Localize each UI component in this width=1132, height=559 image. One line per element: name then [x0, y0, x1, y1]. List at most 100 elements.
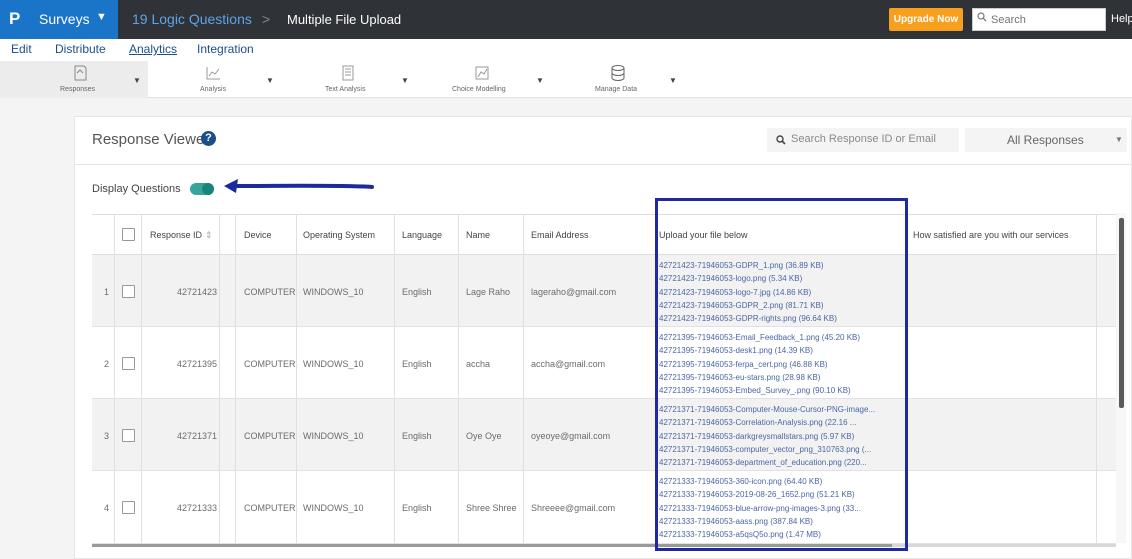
toolbar-responses-label: Responses	[60, 86, 96, 93]
toolbar-choice-modelling[interactable]: Choice Modelling	[452, 61, 512, 98]
breadcrumb-page: Multiple File Upload	[287, 12, 402, 27]
toolbar-analysis-label: Analysis	[200, 86, 227, 93]
page-title: Response Viewer	[92, 131, 210, 148]
column-divider	[458, 214, 459, 544]
device: COMPUTER	[244, 503, 296, 513]
row-checkbox[interactable]	[122, 357, 135, 370]
caret-down-icon[interactable]: ▼	[401, 76, 409, 85]
toolbar-manage-data[interactable]: Manage Data	[589, 61, 649, 98]
column-divider	[296, 214, 297, 544]
responses-filter-select[interactable]: All Responses ▼	[965, 128, 1127, 152]
column-name[interactable]: Name	[466, 230, 490, 240]
device: COMPUTER	[244, 359, 296, 369]
main-nav: Edit Distribute Analytics Integration	[0, 39, 1132, 61]
divider	[75, 164, 1131, 165]
caret-down-icon[interactable]: ▼	[669, 76, 677, 85]
email-address: oyeoye@gmail.com	[531, 431, 611, 441]
row-number: 1	[104, 287, 110, 297]
operating-system: WINDOWS_10	[303, 287, 364, 297]
email-address: Shreeee@gmail.com	[531, 503, 616, 513]
operating-system: WINDOWS_10	[303, 431, 364, 441]
nav-integration[interactable]: Integration	[197, 42, 254, 56]
operating-system: WINDOWS_10	[303, 359, 364, 369]
choice-modelling-icon	[475, 66, 489, 80]
table-row[interactable]: 1 42721423 COMPUTER WINDOWS_10 English L…	[92, 255, 1116, 327]
column-divider	[235, 214, 236, 544]
display-questions-toggle[interactable]	[190, 183, 214, 195]
respondent-name: accha	[466, 359, 491, 369]
responses-icon	[74, 65, 87, 81]
responses-filter-value: All Responses	[1007, 133, 1084, 147]
table-row[interactable]: 3 42721371 COMPUTER WINDOWS_10 English O…	[92, 399, 1116, 471]
help-link[interactable]: Help	[1111, 13, 1132, 25]
vertical-scrollbar-thumb[interactable]	[1119, 218, 1124, 408]
upgrade-button[interactable]: Upgrade Now	[889, 8, 963, 31]
language: English	[402, 431, 432, 441]
table-row[interactable]: 2 42721395 COMPUTER WINDOWS_10 English a…	[92, 327, 1116, 399]
row-checkbox[interactable]	[122, 285, 135, 298]
breadcrumb-survey[interactable]: 19 Logic Questions	[132, 11, 252, 27]
row-number: 2	[104, 359, 110, 369]
toolbar-analysis[interactable]: Analysis	[185, 61, 245, 98]
row-checkbox[interactable]	[122, 501, 135, 514]
row-checkbox[interactable]	[122, 429, 135, 442]
caret-down-icon[interactable]: ▼	[266, 76, 274, 85]
breadcrumb-separator: >	[262, 11, 271, 27]
column-email[interactable]: Email Address	[531, 230, 589, 240]
app-switcher[interactable]: P Surveys ▼	[0, 0, 118, 39]
toggle-knob	[202, 183, 214, 195]
device: COMPUTER	[244, 431, 296, 441]
email-address: lageraho@gmail.com	[531, 287, 617, 297]
response-id[interactable]: 42721371	[177, 431, 217, 441]
search-icon	[776, 135, 786, 145]
column-os[interactable]: Operating System	[303, 230, 375, 240]
top-bar: P Surveys ▼ 19 Logic Questions > Multipl…	[0, 0, 1132, 39]
table-row[interactable]: 4 42721333 COMPUTER WINDOWS_10 English S…	[92, 471, 1116, 544]
nav-edit[interactable]: Edit	[11, 42, 32, 56]
select-all-checkbox[interactable]	[122, 228, 135, 241]
app-name: Surveys	[39, 11, 90, 27]
respondent-name: Shree Shree	[466, 503, 517, 513]
caret-down-icon: ▼	[96, 11, 107, 23]
help-icon[interactable]: ?	[201, 131, 216, 146]
column-response-id[interactable]: Response ID	[150, 230, 202, 240]
toolbar-choice-modelling-label: Choice Modelling	[452, 86, 506, 93]
sort-icon[interactable]: ⇕	[205, 230, 213, 241]
text-analysis-icon	[342, 65, 354, 81]
response-search-placeholder: Search Response ID or Email	[791, 133, 936, 145]
annotation-highlight-box	[655, 198, 908, 551]
response-search-input[interactable]: Search Response ID or Email	[767, 128, 959, 152]
toolbar-responses[interactable]: Responses	[50, 61, 110, 98]
column-divider	[219, 214, 220, 544]
response-id[interactable]: 42721423	[177, 287, 217, 297]
language: English	[402, 503, 432, 513]
global-search-input[interactable]	[972, 8, 1106, 31]
nav-analytics[interactable]: Analytics	[129, 42, 177, 56]
caret-down-icon[interactable]: ▼	[536, 76, 544, 85]
language: English	[402, 359, 432, 369]
response-id[interactable]: 42721333	[177, 503, 217, 513]
respondent-name: Oye Oye	[466, 431, 502, 441]
table-header: Response ID ⇕ Device Operating System La…	[92, 214, 1126, 255]
toolbar-manage-data-label: Manage Data	[595, 86, 638, 93]
response-id[interactable]: 42721395	[177, 359, 217, 369]
column-language[interactable]: Language	[402, 230, 442, 240]
column-divider	[114, 214, 115, 544]
language: English	[402, 287, 432, 297]
analytics-toolbar: Responses ▼ Analysis ▼ Text Analysis ▼ C…	[0, 61, 1132, 98]
column-device[interactable]: Device	[244, 230, 272, 240]
row-number: 3	[104, 431, 110, 441]
brand-logo: P	[9, 9, 21, 28]
analysis-icon	[206, 67, 220, 80]
toolbar-text-analysis-label: Text Analysis	[325, 86, 366, 93]
row-number: 4	[104, 503, 110, 513]
column-divider	[1096, 214, 1097, 544]
column-satisfaction[interactable]: How satisfied are you with our services	[913, 230, 1069, 240]
column-divider	[141, 214, 142, 544]
email-address: accha@gmail.com	[531, 359, 606, 369]
search-icon	[977, 12, 987, 22]
column-divider	[523, 214, 524, 544]
caret-down-icon[interactable]: ▼	[133, 76, 141, 85]
toolbar-text-analysis[interactable]: Text Analysis	[318, 61, 378, 98]
nav-distribute[interactable]: Distribute	[55, 42, 106, 56]
